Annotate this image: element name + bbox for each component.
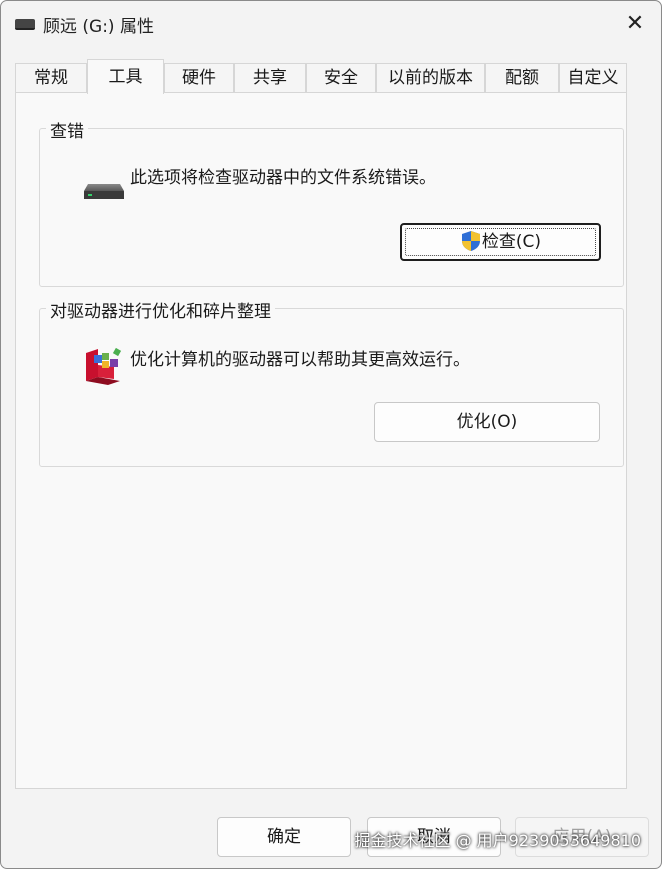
optimize-description: 优化计算机的驱动器可以帮助其更高效运行。 <box>130 350 470 370</box>
tools-tab-panel: 查错 此选项将检查驱动器中的文件系统错误。 检查(C) 对驱动器进行优化和碎片整… <box>15 92 627 789</box>
uac-shield-icon <box>461 231 480 251</box>
watermark: 掘金技术社区 @ 用户9239053649810 <box>354 831 641 850</box>
ok-button-label: 确定 <box>267 827 301 847</box>
tab-hardware[interactable]: 硬件 <box>164 63 234 92</box>
error-check-description: 此选项将检查驱动器中的文件系统错误。 <box>130 168 436 188</box>
drive-icon <box>84 184 124 199</box>
check-button-label: 检查(C) <box>481 232 542 252</box>
optimize-button-label: 优化(O) <box>456 412 518 432</box>
close-icon: ✕ <box>625 10 645 36</box>
optimize-legend: 对驱动器进行优化和碎片整理 <box>46 297 275 322</box>
optimize-group: 对驱动器进行优化和碎片整理 优化计算机的驱动器可以帮助其更高效运行。 优化(O) <box>39 297 624 467</box>
tab-previous-versions[interactable]: 以前的版本 <box>376 63 485 92</box>
error-check-group: 查错 此选项将检查驱动器中的文件系统错误。 检查(C) <box>39 117 624 287</box>
tab-customize[interactable]: 自定义 <box>559 63 627 92</box>
title-bar[interactable]: 顾远 (G:) 属性 ✕ <box>1 1 661 47</box>
tab-quota[interactable]: 配额 <box>485 63 559 92</box>
close-button[interactable]: ✕ <box>609 1 661 45</box>
drive-title-icon <box>15 19 35 30</box>
tab-sharing[interactable]: 共享 <box>234 63 306 92</box>
tab-tools[interactable]: 工具 <box>87 59 164 94</box>
optimize-button[interactable]: 优化(O) <box>374 402 600 442</box>
tab-strip: 常规 工具 硬件 共享 安全 以前的版本 配额 自定义 <box>15 59 627 94</box>
error-check-legend: 查错 <box>46 117 88 142</box>
window-title: 顾远 (G:) 属性 <box>43 17 154 37</box>
tab-general[interactable]: 常规 <box>15 63 87 92</box>
ok-button[interactable]: 确定 <box>217 817 351 857</box>
properties-window: 顾远 (G:) 属性 ✕ 常规 工具 硬件 共享 安全 以前的版本 配额 自定义… <box>0 0 662 869</box>
tab-security[interactable]: 安全 <box>306 63 376 92</box>
check-button[interactable]: 检查(C) <box>400 223 601 261</box>
defrag-icon <box>86 347 122 385</box>
